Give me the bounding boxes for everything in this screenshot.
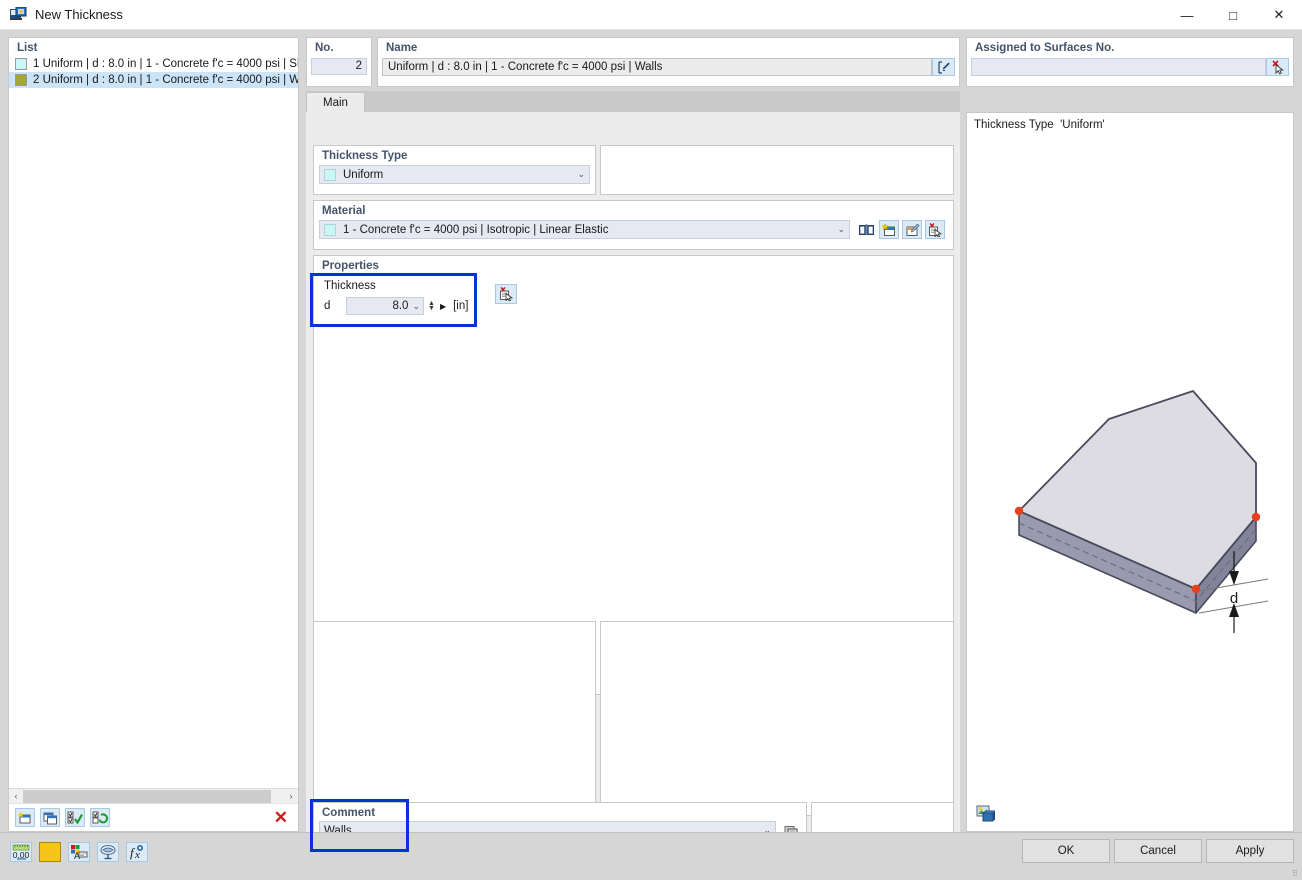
chevron-down-icon[interactable]: ⌄	[412, 301, 420, 312]
material-actions	[856, 220, 948, 239]
copy-icon[interactable]	[40, 808, 60, 827]
material-select[interactable]: 1 - Concrete f'c = 4000 psi | Isotropic …	[319, 220, 850, 239]
thickness-value: 8.0	[392, 300, 408, 312]
thickness-type-swatch	[324, 169, 336, 181]
scroll-left-icon[interactable]: ‹	[9, 791, 23, 801]
edit-material-icon[interactable]	[902, 220, 922, 239]
thickness-type-select[interactable]: Uniform ⌄	[319, 165, 590, 184]
color-swatch	[15, 74, 27, 86]
cancel-button[interactable]: Cancel	[1114, 839, 1202, 863]
name-row: Uniform | d : 8.0 in | 1 - Concrete f'c …	[382, 58, 955, 76]
name-group: Name Uniform | d : 8.0 in | 1 - Concrete…	[377, 37, 960, 87]
tab-main[interactable]: Main	[306, 92, 365, 113]
chevron-down-icon[interactable]: ⌄	[837, 224, 845, 235]
maximize-button[interactable]: □	[1210, 0, 1256, 30]
status-bar: 0,00 A	[0, 832, 1302, 880]
color-icon[interactable]	[39, 842, 61, 862]
preview-settings-icon[interactable]	[975, 804, 996, 823]
thickness-subgroup: Thickness d 8.0 ⌄ ▲ ▼ ▶ [in]	[315, 276, 481, 323]
ok-button[interactable]: OK	[1022, 839, 1110, 863]
empty-panel-right	[600, 621, 954, 816]
list-item[interactable]: 2 Uniform | d : 8.0 in | 1 - Concrete f'…	[9, 72, 298, 88]
dimension-label-d: d	[1230, 590, 1238, 607]
thickness-stepper[interactable]: ▲ ▼	[428, 301, 435, 311]
label-display-icon[interactable]: A	[68, 842, 90, 862]
thickness-input[interactable]: 8.0 ⌄	[346, 297, 424, 315]
dialog-buttons: OK Cancel Apply	[1018, 839, 1294, 863]
pick-surfaces-icon[interactable]	[1266, 58, 1289, 76]
new-material-icon[interactable]	[879, 220, 899, 239]
new-icon[interactable]	[15, 808, 35, 827]
list-toolbar: ✕	[9, 803, 298, 831]
material-swatch	[324, 224, 336, 236]
assigned-row	[971, 58, 1289, 76]
material-value: 1 - Concrete f'c = 4000 psi | Isotropic …	[343, 224, 833, 236]
scrollbar-track[interactable]	[23, 790, 284, 803]
main-tab-content: Thickness Type Uniform ⌄ Material 1 - Co…	[306, 112, 960, 832]
color-swatch	[15, 58, 27, 70]
decimal-places-icon[interactable]: 0,00	[10, 842, 32, 862]
list-panel-label: List	[9, 38, 298, 56]
number-value: 2	[311, 58, 367, 75]
tab-strip: Main	[306, 91, 960, 113]
spin-down-icon[interactable]: ▼	[428, 306, 435, 311]
status-bar-icons: 0,00 A	[10, 842, 155, 862]
preview-title-value: 'Uniform'	[1060, 119, 1105, 131]
list-item[interactable]: 1 Uniform | d : 8.0 in | 1 - Concrete f'…	[9, 56, 298, 72]
name-label: Name	[378, 38, 959, 56]
preview-title-prefix: Thickness Type	[974, 119, 1054, 131]
name-input[interactable]: Uniform | d : 8.0 in | 1 - Concrete f'c …	[382, 58, 932, 76]
scroll-right-icon[interactable]: ›	[284, 791, 298, 801]
formula-icon[interactable]: f x	[126, 842, 148, 862]
window-title: New Thickness	[35, 7, 123, 22]
number-label: No.	[307, 38, 371, 56]
preview-title: Thickness Type 'Uniform'	[967, 113, 1293, 131]
material-group: Material 1 - Concrete f'c = 4000 psi | I…	[313, 200, 954, 250]
display-properties-icon[interactable]	[97, 842, 119, 862]
thickness-unit: [in]	[453, 300, 468, 312]
thickness-type-value: Uniform	[343, 169, 573, 181]
thickness-row: d 8.0 ⌄ ▲ ▼ ▶ [in]	[315, 292, 481, 315]
thickness-symbol: d	[324, 300, 346, 312]
slab-thickness-diagram: d	[981, 363, 1281, 643]
thickness-label: Thickness	[315, 276, 481, 292]
material-label: Material	[314, 201, 953, 217]
thickness-type-group: Thickness Type Uniform ⌄	[313, 145, 596, 195]
minimize-button[interactable]: —	[1164, 0, 1210, 30]
thickness-app-icon	[9, 7, 27, 23]
properties-label: Properties	[314, 256, 953, 272]
pick-thickness-icon[interactable]	[495, 284, 517, 304]
rename-icon[interactable]	[932, 58, 955, 76]
close-button[interactable]: ✕	[1256, 0, 1302, 30]
select-all-icon[interactable]	[65, 808, 85, 827]
resize-grip-icon[interactable]: ⠿	[1292, 869, 1298, 878]
thickness-type-label: Thickness Type	[314, 146, 595, 162]
apply-button[interactable]: Apply	[1206, 839, 1294, 863]
pick-material-icon[interactable]	[925, 220, 945, 239]
delete-icon[interactable]: ✕	[274, 809, 288, 826]
preview-panel: Thickness Type 'Uniform' d	[966, 112, 1294, 832]
list-body[interactable]: 1 Uniform | d : 8.0 in | 1 - Concrete f'…	[9, 56, 298, 788]
play-icon[interactable]: ▶	[440, 302, 446, 311]
list-horizontal-scrollbar[interactable]: ‹ ›	[9, 788, 298, 803]
title-bar: New Thickness — □ ✕	[0, 0, 1302, 30]
thickness-type-spacer-panel	[600, 145, 954, 195]
list-item-label: 1 Uniform | d : 8.0 in | 1 - Concrete f'…	[33, 58, 298, 70]
window-controls: — □ ✕	[1164, 0, 1302, 30]
chevron-down-icon[interactable]: ⌄	[577, 169, 585, 180]
assigned-group: Assigned to Surfaces No.	[966, 37, 1294, 87]
invert-selection-icon[interactable]	[90, 808, 110, 827]
material-library-icon[interactable]	[856, 220, 876, 239]
scrollbar-thumb[interactable]	[23, 790, 271, 803]
number-group: No. 2	[306, 37, 372, 87]
comment-label: Comment	[314, 803, 806, 819]
list-item-label: 2 Uniform | d : 8.0 in | 1 - Concrete f'…	[33, 74, 298, 86]
empty-panel-left	[313, 621, 596, 816]
assigned-label: Assigned to Surfaces No.	[967, 38, 1293, 56]
assigned-input[interactable]	[971, 58, 1266, 76]
dialog-body: List 1 Uniform | d : 8.0 in | 1 - Concre…	[0, 31, 1302, 880]
list-panel: List 1 Uniform | d : 8.0 in | 1 - Concre…	[8, 37, 299, 832]
